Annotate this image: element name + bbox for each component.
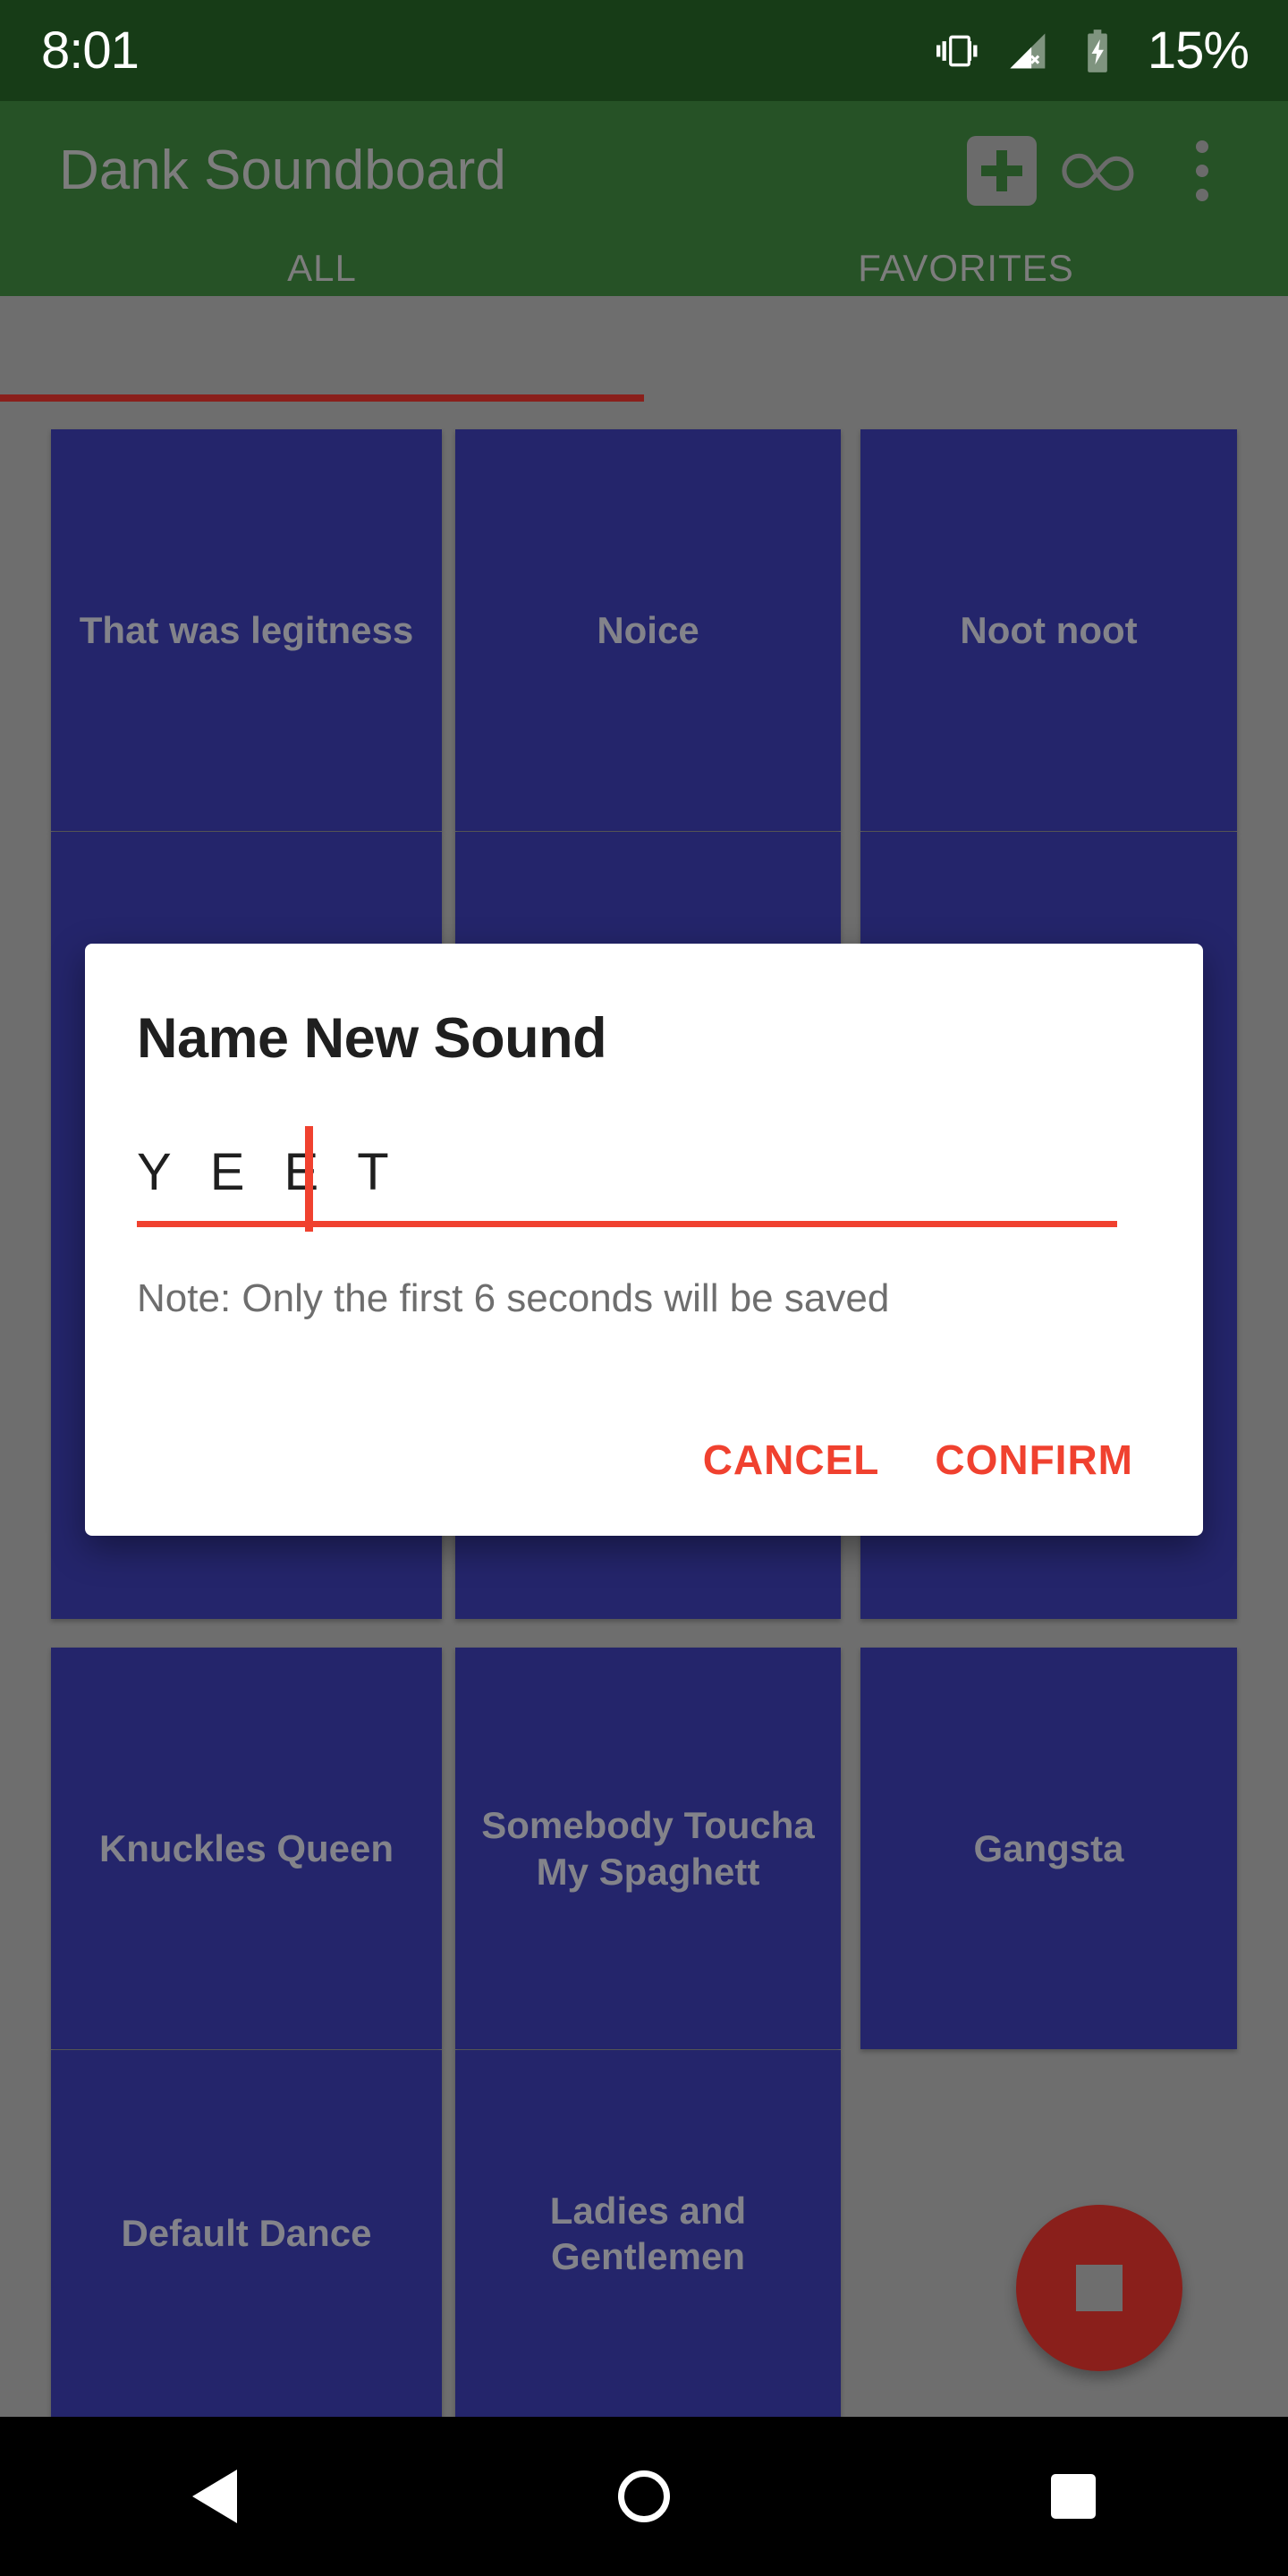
dialog-actions: CANCEL CONFIRM — [685, 1419, 1151, 1500]
nav-back-button[interactable] — [0, 2470, 429, 2523]
cancel-button[interactable]: CANCEL — [685, 1419, 898, 1500]
dialog-title: Name New Sound — [137, 1007, 607, 1070]
text-cursor — [305, 1126, 313, 1232]
home-icon — [618, 2470, 670, 2522]
nav-home-button[interactable] — [429, 2470, 859, 2522]
nav-recents-button[interactable] — [859, 2474, 1288, 2519]
android-nav-bar — [0, 2417, 1288, 2576]
sound-name-input-value: Y E E T — [137, 1143, 402, 1201]
sound-name-input[interactable]: Y E E T — [137, 1126, 1117, 1232]
confirm-button[interactable]: CONFIRM — [917, 1419, 1151, 1500]
recents-icon — [1051, 2474, 1096, 2519]
input-underline — [137, 1221, 1117, 1227]
phone-screen: 8:01 15% Dank Soundboard ALL FAVORITES T… — [0, 0, 1288, 2576]
back-icon — [192, 2470, 237, 2523]
dialog-note: Note: Only the first 6 seconds will be s… — [137, 1276, 890, 1320]
name-new-sound-dialog: Name New Sound Y E E T Note: Only the fi… — [85, 944, 1203, 1536]
